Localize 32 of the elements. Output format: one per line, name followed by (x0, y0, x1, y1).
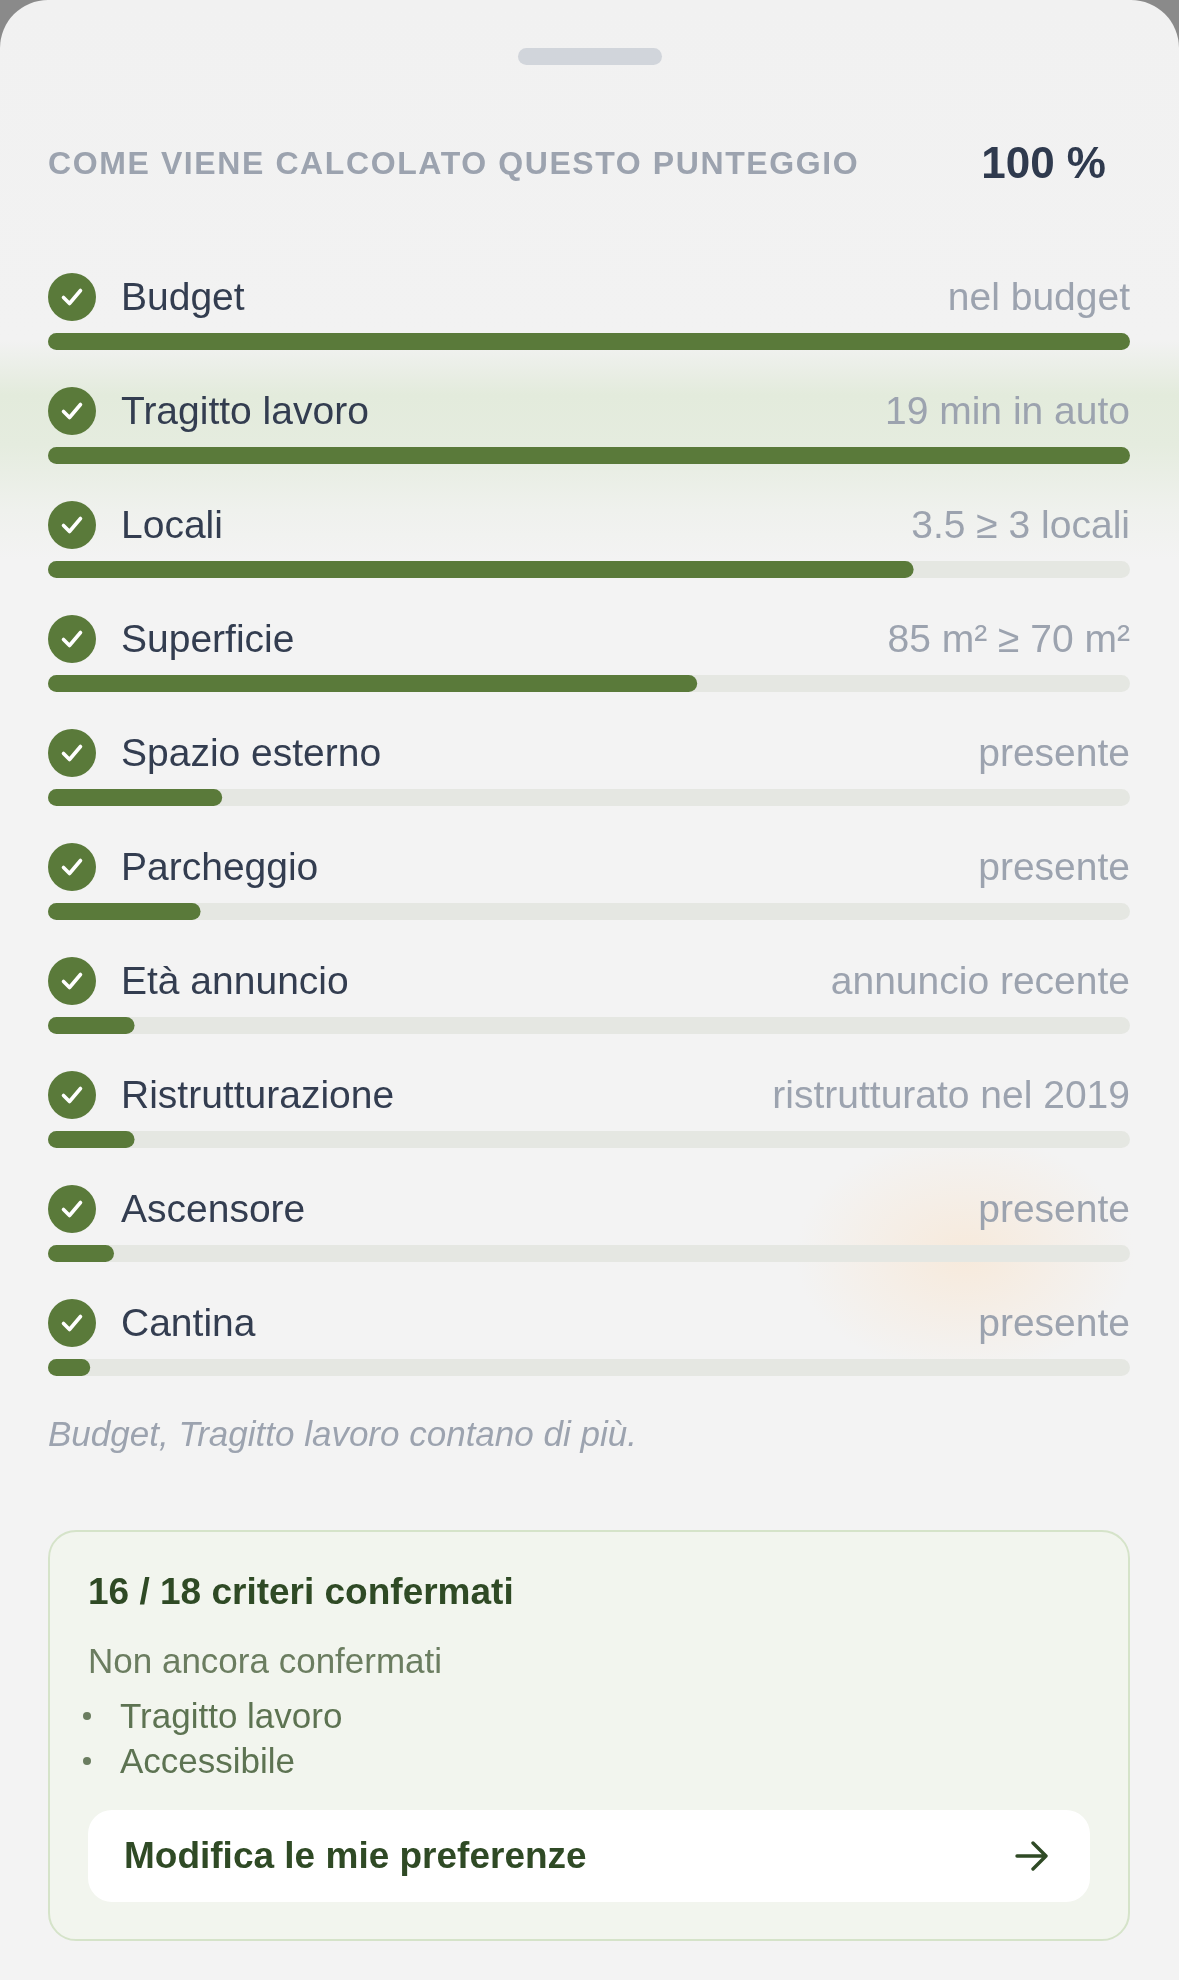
card-title: 16 / 18 criteri confermati (88, 1570, 515, 1614)
criterion-label: Locali (121, 502, 223, 548)
criterion-value: presente (978, 1300, 1130, 1346)
bullet-icon (83, 1711, 91, 1720)
criterion-value: 19 min in auto (885, 388, 1130, 434)
criterion-label: Tragitto lavoro (121, 388, 369, 434)
criterion-value: presente (978, 844, 1130, 890)
criterion-value: presente (978, 1186, 1130, 1232)
criterion-label: Parcheggio (121, 844, 319, 890)
criterion-label: Età annuncio (121, 958, 349, 1004)
section-title: COME VIENE CALCOLATO QUESTO PUNTEGGIO (48, 143, 860, 183)
criterion-label: Ascensore (121, 1186, 306, 1232)
criterion-value: 85 m² ≥ 70 m² (887, 616, 1130, 662)
criterion-label: Cantina (121, 1300, 256, 1346)
weighting-note: Budget, Tragitto lavoro contano di più. (48, 1413, 638, 1455)
criterion-label: Spazio esterno (121, 730, 382, 776)
criterion-value: presente (978, 730, 1130, 776)
criterion-value: ristrutturato nel 2019 (772, 1072, 1130, 1118)
score-value: 100 % (981, 137, 1106, 189)
criterion-value: 3.5 ≥ 3 locali (911, 502, 1130, 548)
criterion-label: Superficie (121, 616, 295, 662)
unconfirmed-item: Accessibile (120, 1739, 296, 1782)
drag-handle[interactable] (517, 48, 662, 65)
card-subtitle: Non ancora confermati (88, 1640, 444, 1682)
bullet-icon (83, 1756, 91, 1765)
edit-preferences-button[interactable]: Modifica le mie preferenze (88, 1810, 1090, 1902)
criterion-value: annuncio recente (830, 958, 1130, 1004)
unconfirmed-item: Tragitto lavoro (120, 1694, 343, 1737)
criterion-label: Ristrutturazione (121, 1072, 395, 1118)
criterion-value: nel budget (947, 274, 1130, 320)
arrow-right-icon (1015, 1841, 1049, 1871)
criterion-label: Budget (121, 274, 245, 320)
